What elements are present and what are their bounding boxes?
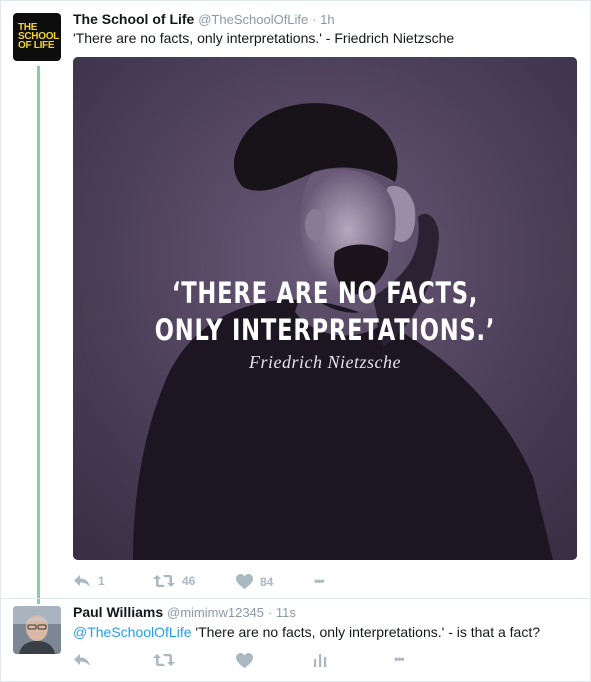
like-count: 84 [260,574,274,589]
like-button[interactable] [236,653,253,668]
analytics-icon [314,654,327,667]
retweet-button[interactable] [153,653,175,667]
more-icon: ••• [394,652,405,666]
tweet-timestamp[interactable]: · 1h [312,12,334,27]
reply-body: 'There are no facts, only interpretation… [191,624,541,640]
analytics-button[interactable] [313,653,327,667]
avatar[interactable]: THE SCHOOL OF LIFE [13,13,61,61]
tweet-divider [0,598,591,599]
mention-link[interactable]: @TheSchoolOfLife [73,624,192,640]
like-button[interactable]: 84 [236,574,273,589]
tweet-media-image[interactable]: ‘THERE ARE NO FACTS, ONLY INTERPRETATION… [73,57,577,560]
retweet-icon [153,575,175,587]
tweet-header: The School of Life @TheSchoolOfLife · 1h [73,11,335,27]
quote-author: Friedrich Nietzsche [249,352,401,372]
reply-button[interactable] [73,653,91,667]
retweet-button[interactable]: 46 [153,574,195,588]
reply-text: @TheSchoolOfLife 'There are no facts, on… [73,624,540,640]
reply-header: Paul Williams @mimimw12345 · 11s [73,604,296,620]
school-of-life-logo: THE SCHOOL OF LIFE [18,23,59,51]
author-name[interactable]: Paul Williams [73,604,163,620]
reply-button[interactable]: 1 [73,574,105,588]
more-icon: ••• [314,574,325,588]
author-name[interactable]: The School of Life [73,11,194,27]
author-handle[interactable]: @TheSchoolOfLife [198,12,308,27]
reply-count: 1 [98,574,105,588]
tweet-text: 'There are no facts, only interpretation… [73,30,455,46]
more-button[interactable]: ••• [394,652,405,666]
reply-icon [74,654,90,666]
thread-connector-line [37,66,40,604]
like-icon [236,574,253,589]
user-photo [13,606,61,654]
quote-overlay: ‘THERE ARE NO FACTS, ONLY INTERPRETATION… [128,275,521,349]
retweet-icon [153,654,175,666]
logo-line: OF LIFE [18,40,55,51]
more-button[interactable]: ••• [314,574,325,588]
tweet-timestamp[interactable]: · 11s [268,605,296,620]
author-handle[interactable]: @mimimw12345 [167,605,264,620]
avatar[interactable] [13,606,61,654]
reply-icon [74,575,90,587]
retweet-count: 46 [182,574,196,588]
quote-line: ONLY INTERPRETATIONS.’ [154,313,496,347]
like-icon [236,653,253,668]
quote-line: ‘THERE ARE NO FACTS, [171,276,479,310]
